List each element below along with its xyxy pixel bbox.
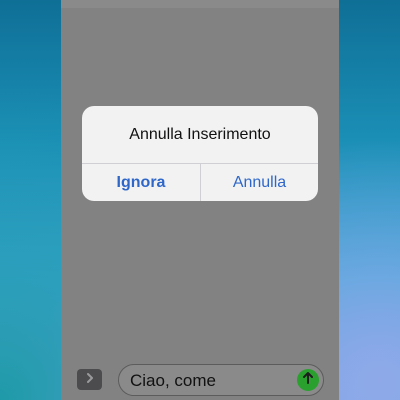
send-button[interactable] (297, 369, 319, 391)
expand-apps-button[interactable] (77, 369, 102, 390)
ignore-button[interactable]: Ignora (82, 164, 200, 201)
arrow-up-icon (302, 371, 314, 390)
undo-typing-alert: Annulla Inserimento Ignora Annulla (82, 106, 318, 201)
alert-title: Annulla Inserimento (129, 125, 271, 143)
message-input-text: Ciao, come (130, 371, 216, 390)
top-strip (61, 0, 339, 8)
chevron-right-icon (85, 371, 95, 389)
message-input[interactable]: Ciao, come (118, 364, 324, 396)
messages-screen-dimmed: Annulla Inserimento Ignora Annulla Ciao,… (61, 0, 339, 400)
cancel-button[interactable]: Annulla (201, 164, 318, 201)
